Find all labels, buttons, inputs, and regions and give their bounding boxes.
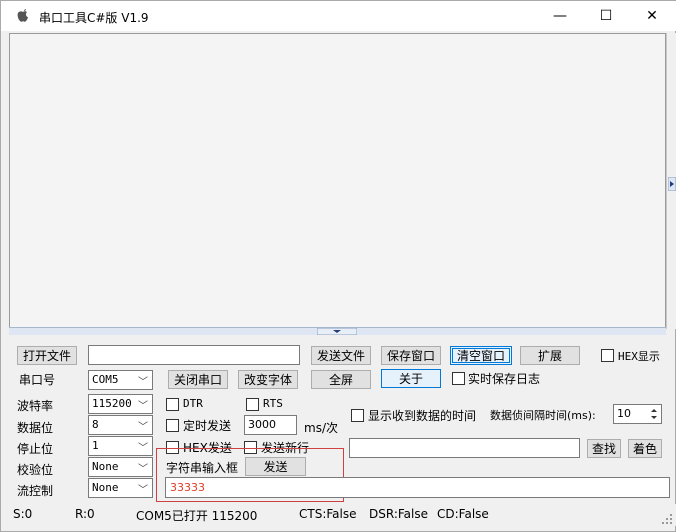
app-window: 串口工具C#版 V1.9 — ☐ ✕ 打开文件 发送文件 保存窗口 清空窗口 扩… <box>0 0 676 532</box>
send-button[interactable]: 发送 <box>245 457 306 476</box>
received-count: R:0 <box>75 507 95 521</box>
collapse-down-icon <box>317 328 357 335</box>
dsr-status: DSR:False <box>369 507 428 521</box>
search-input[interactable] <box>349 438 580 458</box>
resize-grip-icon[interactable] <box>661 513 673 525</box>
show-time-label: 显示收到数据的时间 <box>368 409 477 423</box>
chevron-down-icon: ﹀ <box>138 485 148 496</box>
about-button[interactable]: 关于 <box>381 369 441 388</box>
title-bar[interactable]: 串口工具C#版 V1.9 — ☐ ✕ <box>1 1 676 31</box>
realtime-log-checkbox[interactable] <box>452 372 465 385</box>
baud-value: 115200 <box>92 397 132 410</box>
stopbits-label: 停止位 <box>17 442 54 456</box>
fullscreen-button[interactable]: 全屏 <box>311 370 371 389</box>
databits-select[interactable]: 8 ﹀ <box>88 415 153 435</box>
close-port-button[interactable]: 关闭串口 <box>168 370 228 389</box>
rts-checkbox[interactable] <box>246 398 259 411</box>
clear-window-button[interactable]: 清空窗口 <box>450 346 512 365</box>
dtr-checkbox[interactable] <box>166 398 179 411</box>
stopbits-select[interactable]: 1 ﹀ <box>88 436 153 456</box>
baud-select[interactable]: 115200 ﹀ <box>88 394 153 414</box>
hex-display-checkbox[interactable] <box>601 349 614 362</box>
dtr-label: DTR <box>183 397 203 410</box>
cd-status: CD:False <box>437 507 489 521</box>
timed-send-checkbox[interactable] <box>166 419 179 432</box>
color-button[interactable]: 着色 <box>628 439 662 458</box>
hex-display-label: HEX显示 <box>618 350 660 363</box>
expand-button[interactable]: 扩展 <box>520 346 580 365</box>
stopbits-value: 1 <box>92 439 99 452</box>
send-file-button[interactable]: 发送文件 <box>311 346 371 365</box>
spinner-icon[interactable] <box>648 406 660 422</box>
expand-right-icon <box>668 177 676 191</box>
realtime-log-label: 实时保存日志 <box>468 372 541 386</box>
maximize-button[interactable]: ☐ <box>583 1 629 31</box>
chevron-down-icon: ﹀ <box>138 422 148 433</box>
window-title: 串口工具C#版 V1.9 <box>39 11 149 25</box>
interval-input[interactable]: 3000 <box>244 415 297 435</box>
frame-interval-input[interactable]: 10 <box>613 404 662 424</box>
minimize-button[interactable]: — <box>537 1 583 31</box>
receive-textarea[interactable] <box>9 33 666 329</box>
receive-scrollbar[interactable] <box>666 33 676 329</box>
string-input-label: 字符串输入框 <box>166 461 239 475</box>
serial-port-value: COM5 <box>92 373 119 386</box>
cts-status: CTS:False <box>299 507 357 521</box>
frame-interval-label: 数据侦间隔时间(ms): <box>490 409 596 422</box>
close-button[interactable]: ✕ <box>629 1 675 31</box>
serial-port-label: 串口号 <box>19 373 56 387</box>
chevron-down-icon: ﹀ <box>138 401 148 412</box>
change-font-button[interactable]: 改变字体 <box>238 370 298 389</box>
parity-label: 校验位 <box>17 463 54 477</box>
sent-count: S:0 <box>13 507 33 521</box>
serial-port-select[interactable]: COM5 ﹀ <box>88 370 153 390</box>
save-window-button[interactable]: 保存窗口 <box>381 346 441 365</box>
chevron-down-icon: ﹀ <box>138 443 148 454</box>
file-path-input[interactable] <box>88 345 300 365</box>
parity-select[interactable]: None ﹀ <box>88 457 153 477</box>
databits-label: 数据位 <box>17 421 54 435</box>
show-time-checkbox[interactable] <box>351 409 364 422</box>
maximize-icon: ☐ <box>599 8 613 24</box>
interval-unit: ms/次 <box>304 421 338 435</box>
frame-interval-value: 10 <box>617 407 631 420</box>
send-text-input[interactable]: 33333 <box>165 477 670 498</box>
flow-value: None <box>92 481 119 494</box>
close-icon: ✕ <box>646 8 658 24</box>
panel-splitter[interactable] <box>9 327 666 335</box>
minimize-icon: — <box>553 8 567 24</box>
find-button[interactable]: 查找 <box>587 439 621 458</box>
baud-label: 波特率 <box>17 399 54 413</box>
rts-label: RTS <box>263 397 283 410</box>
chevron-down-icon: ﹀ <box>138 464 148 475</box>
open-file-button[interactable]: 打开文件 <box>17 346 77 365</box>
port-state: COM5已打开 115200 <box>136 509 258 523</box>
timed-send-label: 定时发送 <box>183 419 232 433</box>
flow-label: 流控制 <box>17 484 54 498</box>
parity-value: None <box>92 460 119 473</box>
databits-value: 8 <box>92 418 99 431</box>
chevron-down-icon: ﹀ <box>138 377 148 388</box>
flow-select[interactable]: None ﹀ <box>88 478 153 498</box>
apple-icon <box>17 9 28 22</box>
